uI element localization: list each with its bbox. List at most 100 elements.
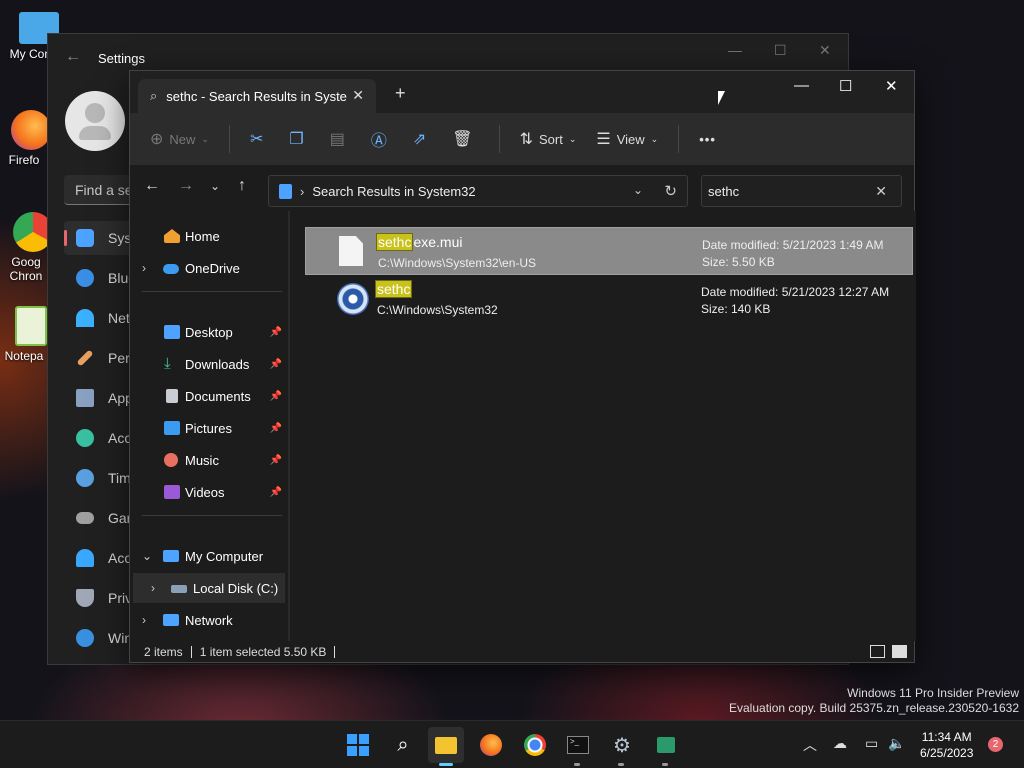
file-list: sethc exe.mui C:\Windows\System32\en-US D… xyxy=(290,211,916,641)
nav-label: Documents xyxy=(185,388,251,404)
file-row[interactable]: sethc C:\Windows\System32 Date modified:… xyxy=(305,275,913,323)
pin-icon[interactable]: 📌 xyxy=(270,487,282,498)
search-button[interactable]: ⌕ xyxy=(388,730,418,760)
chrome-taskbar-button[interactable] xyxy=(520,730,550,760)
volume-icon[interactable]: 🔈 xyxy=(888,735,905,752)
nav-item-network[interactable]: › Network xyxy=(130,605,288,635)
search-input[interactable]: sethc ✕ xyxy=(701,175,902,207)
start-button[interactable] xyxy=(343,730,373,760)
desktop-icon-label: Notepa xyxy=(4,349,44,363)
show-hidden-icons-chevron-icon[interactable]: ︿ xyxy=(803,735,817,755)
nav-item-my-computer[interactable]: ⌄ My Computer xyxy=(130,541,288,571)
file-name: sethc xyxy=(375,280,413,298)
notepad-taskbar-button[interactable] xyxy=(651,730,681,766)
divider xyxy=(142,291,282,292)
settings-taskbar-button[interactable]: ⚙ xyxy=(607,730,637,766)
up-arrow-icon[interactable]: ↑ xyxy=(238,177,246,195)
windows-logo-icon xyxy=(347,734,369,756)
nav-item-documents[interactable]: Documents 📌 xyxy=(130,381,288,411)
file-row[interactable]: sethc exe.mui C:\Windows\System32\en-US D… xyxy=(305,227,913,275)
desktop-icon-label: Firefo xyxy=(8,153,40,167)
nav-item-desktop[interactable]: Desktop 📌 xyxy=(130,317,288,347)
file-explorer-window[interactable]: ⌕ sethc - Search Results in Syste ✕ + — … xyxy=(129,70,916,663)
terminal-taskbar-button[interactable]: >_ xyxy=(563,730,593,766)
address-path: Search Results in System32 xyxy=(312,183,476,199)
file-size: Size: 140 KB xyxy=(701,302,771,316)
tiles-view-icon[interactable] xyxy=(892,645,907,658)
chrome-icon xyxy=(524,734,546,756)
nav-item-pictures[interactable]: Pictures 📌 xyxy=(130,413,288,443)
copy-button[interactable]: ❐ xyxy=(289,129,309,149)
sort-icon: ⇅ xyxy=(519,131,533,148)
drive-icon xyxy=(171,585,187,593)
forward-arrow-icon[interactable]: → xyxy=(178,177,194,195)
address-bar[interactable]: › Search Results in System32 ⌄ ↻ xyxy=(268,175,688,207)
pin-icon[interactable]: 📌 xyxy=(270,391,282,402)
recent-locations-chevron-icon[interactable]: ⌄ xyxy=(210,179,220,193)
close-button[interactable]: ✕ xyxy=(819,42,831,59)
back-arrow-icon[interactable]: ← xyxy=(65,48,81,66)
avatar[interactable] xyxy=(65,91,125,151)
notification-badge[interactable]: 2 xyxy=(988,737,1003,752)
nav-item-onedrive[interactable]: › OneDrive xyxy=(130,253,288,283)
firefox-icon xyxy=(11,110,51,150)
delete-button[interactable]: 🗑 xyxy=(452,129,478,149)
new-button[interactable]: ⊕ New ⌄ xyxy=(150,129,209,149)
refresh-icon[interactable]: ↻ xyxy=(664,182,677,200)
expand-chevron-icon[interactable]: › xyxy=(142,613,146,627)
nav-item-downloads[interactable]: ⤓ Downloads 📌 xyxy=(130,349,288,379)
minimize-button[interactable]: — xyxy=(794,77,809,94)
new-label: New xyxy=(169,131,196,147)
nav-item-home[interactable]: Home xyxy=(130,221,288,251)
cloud-icon xyxy=(163,264,179,274)
clear-search-icon[interactable]: ✕ xyxy=(875,183,887,200)
new-tab-button[interactable]: + xyxy=(395,83,406,104)
cloud-offline-icon[interactable]: ☁ xyxy=(833,735,847,752)
nav-label: Music xyxy=(185,452,219,468)
pin-icon[interactable]: 📌 xyxy=(270,327,282,338)
maximize-button[interactable]: ☐ xyxy=(774,42,787,59)
nav-item-local-disk[interactable]: › Local Disk (C:) xyxy=(133,573,285,603)
desktop-icon xyxy=(164,325,180,339)
paste-button[interactable]: ▤ xyxy=(330,129,351,149)
nav-item-music[interactable]: Music 📌 xyxy=(130,445,288,475)
sort-button[interactable]: ⇅ Sort ⌄ xyxy=(520,129,577,149)
address-dropdown-icon[interactable]: ⌄ xyxy=(633,183,643,197)
network-icon[interactable]: ▭ xyxy=(865,735,878,752)
expand-chevron-icon[interactable]: › xyxy=(142,261,146,275)
picture-icon xyxy=(164,421,180,435)
navigation-pane: Home › OneDrive Desktop 📌 ⤓ Downloads 📌 Docu… xyxy=(130,211,288,641)
file-size: Size: 5.50 KB xyxy=(702,255,775,269)
pin-icon[interactable]: 📌 xyxy=(270,359,282,370)
clock-date: 6/25/2023 xyxy=(920,746,974,760)
cut-button[interactable]: ✂ xyxy=(250,129,269,149)
back-arrow-icon[interactable]: ← xyxy=(144,177,160,195)
active-indicator xyxy=(439,763,453,766)
folder-icon xyxy=(279,183,292,199)
file-name: sethc exe.mui xyxy=(376,233,463,251)
close-button[interactable]: ✕ xyxy=(885,77,898,95)
firefox-taskbar-button[interactable] xyxy=(476,730,506,760)
collapse-chevron-icon[interactable]: ⌄ xyxy=(142,549,152,563)
clock-time: 11:34 AM xyxy=(921,730,972,744)
search-highlight: sethc xyxy=(375,280,413,298)
details-view-icon[interactable] xyxy=(870,645,885,658)
more-options-button[interactable]: ••• xyxy=(699,132,716,147)
pin-icon[interactable]: 📌 xyxy=(270,455,282,466)
minimize-button[interactable]: — xyxy=(728,42,742,58)
settings-nav-label: Acc xyxy=(108,550,132,566)
rename-button[interactable]: Ⓐ xyxy=(371,127,393,151)
pin-icon[interactable]: 📌 xyxy=(270,423,282,434)
view-button[interactable]: ☰ View ⌄ xyxy=(596,129,658,149)
tab-search-results[interactable]: ⌕ sethc - Search Results in Syste ✕ xyxy=(138,79,376,113)
clock[interactable]: 11:34 AM 6/25/2023 xyxy=(920,729,973,761)
file-explorer-taskbar-button[interactable] xyxy=(428,727,464,766)
expand-chevron-icon[interactable]: › xyxy=(151,581,155,595)
gamepad-icon xyxy=(76,512,94,524)
share-button[interactable]: ⇗ xyxy=(413,129,432,149)
nav-label: Desktop xyxy=(185,324,233,340)
nav-item-videos[interactable]: Videos 📌 xyxy=(130,477,288,507)
computer-icon xyxy=(163,550,179,562)
maximize-button[interactable]: ☐ xyxy=(839,77,852,95)
tab-close-icon[interactable]: ✕ xyxy=(352,87,364,104)
